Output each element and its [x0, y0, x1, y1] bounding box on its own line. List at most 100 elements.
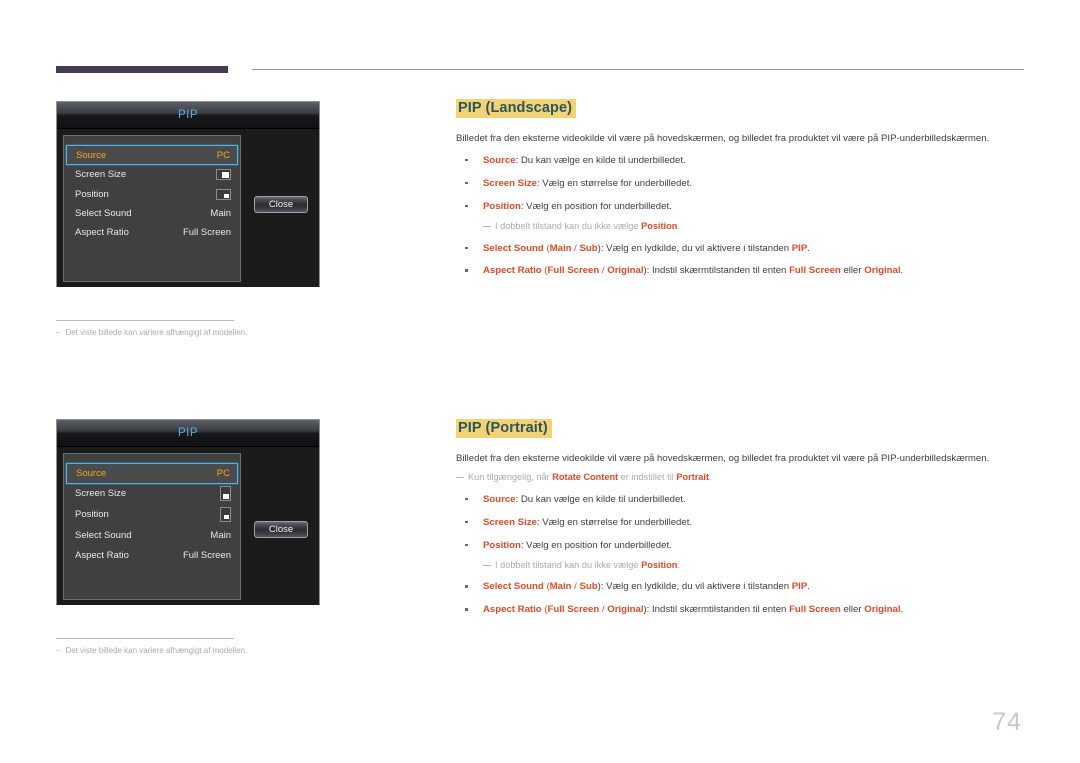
section-intro-portrait: Billedet fra den eksterne videokilde vil…	[456, 453, 990, 464]
bullet-keyword-original-2: Original	[864, 265, 901, 277]
osd-label-aspect-ratio: Aspect Ratio	[75, 227, 129, 239]
bullet-position: Position: Vælg en position for underbill…	[456, 200, 1026, 214]
subnote-keyword: Position	[641, 220, 678, 231]
osd-row-screen-size-portrait[interactable]: Screen Size	[64, 484, 240, 505]
bullet-text: ): Vælg en lydkilde, du vil aktivere i t…	[597, 581, 792, 593]
bullet-screen-size: Screen Size: Vælg en størrelse for under…	[456, 177, 1026, 191]
osd-row-position-landscape[interactable]: Position	[64, 184, 240, 203]
page-number: 74	[992, 708, 1022, 736]
bullet-keyword-fullscreen: Full Screen	[547, 604, 600, 616]
osd-row-source-portrait[interactable]: Source PC	[66, 463, 238, 484]
close-button-landscape[interactable]: Close	[254, 196, 308, 213]
bullet-text: ): Indstil skærmtilstanden til enten	[643, 265, 790, 277]
screen-size-icon	[216, 169, 231, 181]
osd-label-position: Position	[75, 508, 109, 520]
subnote-text: I dobbelt tilstand kan du ikke vælge	[495, 559, 642, 570]
subnote-keyword: Position	[641, 559, 678, 570]
note-dash-icon	[483, 225, 491, 228]
bullet-keyword-fullscreen: Full Screen	[547, 265, 600, 277]
header-accent-bar	[56, 66, 228, 73]
bullet-select-sound: Select Sound (Main / Sub): Vælg en lydki…	[456, 242, 1026, 256]
subnote-text-mid: er indstillet til	[618, 471, 677, 482]
footnote-portrait: – Det viste billede kan variere afhængig…	[56, 638, 247, 655]
bullet-text: : Vælg en størrelse for underbilledet.	[536, 516, 693, 528]
bullet-dot-icon	[465, 246, 468, 249]
bullet-text: : Vælg en position for underbilledet.	[520, 539, 672, 551]
bullet-keyword-original: Original	[607, 604, 644, 616]
osd-body-portrait: Source PC Screen Size Position Select So…	[57, 447, 319, 605]
osd-side-panel-portrait: Close	[241, 453, 314, 600]
footnote-dash-icon: –	[56, 328, 61, 337]
subnote-text-end: .	[709, 471, 712, 482]
bullet-source: Source: Du kan vælge en kilde til underb…	[456, 154, 1026, 168]
close-button-portrait[interactable]: Close	[254, 521, 308, 538]
bullet-text: ): Indstil skærmtilstanden til enten	[643, 604, 790, 616]
subnote-text: Kun tilgængelig, når	[468, 471, 553, 482]
footnote-text: Det viste billede kan variere afhængigt …	[65, 328, 248, 337]
osd-row-aspect-ratio-portrait[interactable]: Aspect Ratio Full Screen	[64, 545, 240, 566]
bullet-dot-icon	[465, 585, 468, 588]
osd-label-select-sound: Select Sound	[75, 207, 132, 219]
bullet-text-mid: eller	[840, 604, 865, 616]
osd-panel-portrait: PIP Source PC Screen Size Position Selec…	[56, 419, 320, 605]
subnote-text-end: .	[677, 220, 680, 231]
bullet-text: : Du kan vælge en kilde til underbillede…	[515, 493, 686, 505]
bullet-keyword-original-2: Original	[864, 604, 901, 616]
osd-row-select-sound-portrait[interactable]: Select Sound Main	[64, 525, 240, 546]
osd-value-aspect-ratio: Full Screen	[182, 550, 231, 562]
section-intro-landscape: Billedet fra den eksterne videokilde vil…	[456, 133, 990, 144]
bullet-keyword: Aspect Ratio	[483, 265, 542, 277]
osd-label-source: Source	[76, 149, 107, 161]
osd-row-source-landscape[interactable]: Source PC	[66, 145, 238, 165]
bullet-text-end: .	[807, 581, 810, 593]
bullet-keyword-original: Original	[607, 265, 644, 277]
bullet-text-end: .	[900, 604, 904, 616]
osd-panel-landscape: PIP Source PC Screen Size Position Selec…	[56, 101, 320, 287]
bullet-keyword: Select Sound	[483, 581, 544, 593]
bullet-text: : Vælg en position for underbilledet.	[520, 200, 672, 212]
bullet-dot-icon	[465, 543, 468, 547]
osd-titlebar-landscape: PIP	[57, 102, 319, 129]
osd-value-source: PC	[216, 149, 230, 161]
osd-row-position-portrait[interactable]: Position	[64, 504, 240, 525]
bullet-keyword: Source	[483, 493, 516, 505]
osd-label-screen-size: Screen Size	[75, 488, 127, 500]
bullet-select-sound: Select Sound (Main / Sub): Vælg en lydki…	[456, 580, 1026, 594]
subnote-text-end: .	[677, 559, 680, 570]
bullet-dot-icon	[465, 608, 468, 611]
note-dash-icon	[483, 564, 491, 566]
header-divider-rule	[252, 69, 1024, 70]
bullet-aspect-ratio: Aspect Ratio (Full Screen / Original): I…	[456, 264, 1026, 278]
osd-side-panel-landscape: Close	[241, 135, 314, 282]
bullet-keyword-fullscreen-2: Full Screen	[789, 265, 841, 277]
osd-title-landscape: PIP	[177, 109, 199, 121]
bullet-keyword-pip: PIP	[791, 242, 808, 254]
osd-body-landscape: Source PC Screen Size Position Select So…	[57, 129, 319, 287]
note-dash-icon	[456, 476, 464, 479]
osd-row-aspect-ratio-landscape[interactable]: Aspect Ratio Full Screen	[64, 223, 240, 242]
bullet-keyword: Aspect Ratio	[483, 604, 542, 616]
bullet-source: Source: Du kan vælge en kilde til underb…	[456, 493, 1026, 507]
section-pip-portrait: PIP (Portrait) Billedet fra den eksterne…	[456, 419, 1026, 617]
footnote-text: Det viste billede kan variere afhængigt …	[65, 646, 248, 655]
osd-value-select-sound: Main	[210, 529, 231, 541]
bullet-separator: /	[571, 581, 580, 593]
bullet-text-end: .	[807, 242, 810, 254]
subnote-availability-portrait: Kun tilgængelig, når Rotate Content er i…	[456, 471, 1026, 484]
osd-row-select-sound-landscape[interactable]: Select Sound Main	[64, 204, 240, 223]
bullet-dot-icon	[465, 269, 468, 272]
bullet-keyword: Position	[483, 539, 521, 551]
bullet-text: : Du kan vælge en kilde til underbillede…	[515, 154, 686, 166]
bullet-screen-size: Screen Size: Vælg en størrelse for under…	[456, 516, 1026, 530]
subnote-keyword-portrait: Portrait	[676, 471, 710, 482]
osd-label-position: Position	[75, 188, 109, 200]
bullet-keyword: Screen Size	[483, 516, 537, 528]
osd-row-screen-size-landscape[interactable]: Screen Size	[64, 165, 240, 184]
bullet-text-mid: eller	[840, 265, 865, 277]
bullet-keyword: Source	[483, 154, 516, 166]
bullet-aspect-ratio: Aspect Ratio (Full Screen / Original): I…	[456, 603, 1026, 617]
subnote-position-landscape: I dobbelt tilstand kan du ikke vælge Pos…	[456, 220, 1026, 233]
bullet-separator: /	[571, 242, 580, 254]
bullet-dot-icon	[465, 497, 468, 501]
section-heading-portrait: PIP (Portrait)	[456, 419, 552, 438]
